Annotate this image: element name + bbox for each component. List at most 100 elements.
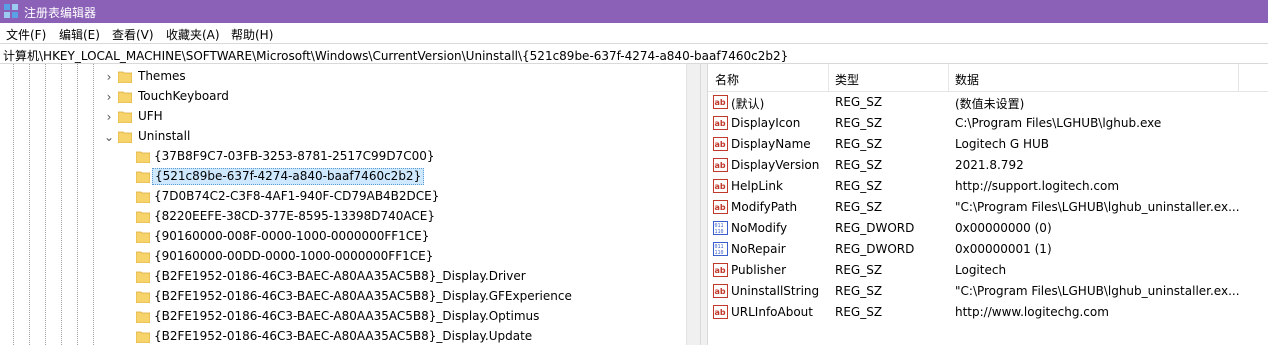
registry-editor-icon (4, 4, 18, 18)
tree-node-label[interactable]: {B2FE1952-0186-46C3-BAEC-A80AA35AC5B8}_D… (152, 269, 528, 284)
folder-icon (136, 311, 150, 323)
string-value-icon: ab (713, 95, 728, 109)
svg-text:ab: ab (715, 119, 726, 128)
menu-view[interactable]: 查看(V) (112, 26, 154, 43)
address-path[interactable]: 计算机\HKEY_LOCAL_MACHINE\SOFTWARE\Microsof… (3, 47, 788, 64)
tree-node[interactable]: {90160000-00DD-0000-1000-0000000FF1CE} (0, 247, 686, 267)
tree-node-label[interactable]: Themes (136, 69, 188, 84)
tree-node[interactable]: {B2FE1952-0186-46C3-BAEC-A80AA35AC5B8}_D… (0, 327, 686, 345)
binary-value-icon: 011110 (713, 242, 728, 256)
value-data: Logitech G HUB (955, 137, 1050, 151)
svg-text:110: 110 (715, 229, 724, 235)
menu-favorites[interactable]: 收藏夹(A) (166, 26, 220, 43)
string-value-icon: ab (713, 158, 728, 172)
folder-icon (136, 191, 150, 203)
tree-node[interactable]: › UFH (0, 107, 686, 127)
menu-file[interactable]: 文件(F) (6, 26, 46, 43)
value-type: REG_DWORD (835, 242, 915, 256)
tree-node-label[interactable]: {37B8F9C7-03FB-3253-8781-2517C99D7C00} (152, 149, 436, 164)
value-row[interactable]: 011 110 NoModify REG_DWORD 0x00000000 (0) (708, 218, 1268, 239)
value-name: NoRepair (731, 242, 786, 256)
string-value-icon: ab (713, 284, 728, 298)
tree-node-label[interactable]: {8220EEFE-38CD-377E-8595-13398D740ACE} (152, 209, 437, 224)
value-row[interactable]: ab HelpLink REG_SZ http://support.logitech.… (708, 176, 1268, 197)
value-type: REG_SZ (835, 179, 883, 193)
column-divider[interactable] (1238, 64, 1239, 92)
pane-splitter[interactable] (700, 64, 708, 345)
value-data: Logitech (955, 263, 1007, 277)
address-bar[interactable]: 计算机\HKEY_LOCAL_MACHINE\SOFTWARE\Microsof… (0, 43, 1268, 64)
chevron-right-icon[interactable]: › (103, 91, 115, 103)
menu-bar: 文件(F) 编辑(E) 查看(V) 收藏夹(A) 帮助(H) (0, 23, 1268, 43)
folder-icon (136, 151, 150, 163)
menu-edit[interactable]: 编辑(E) (59, 26, 100, 43)
value-data: 2021.8.792 (955, 158, 1024, 172)
folder-icon (136, 271, 150, 283)
tree-node[interactable]: › TouchKeyboard (0, 87, 686, 107)
tree-node-label[interactable]: {90160000-00DD-0000-1000-0000000FF1CE} (152, 249, 435, 264)
column-divider[interactable] (828, 64, 829, 92)
value-name: (默认) (731, 97, 765, 111)
svg-text:110: 110 (715, 250, 724, 256)
svg-text:ab: ab (715, 182, 726, 191)
folder-icon (136, 251, 150, 263)
value-name: Publisher (731, 263, 787, 277)
value-row[interactable]: ab DisplayName REG_SZ Logitech G HUB (708, 134, 1268, 155)
column-header-type[interactable]: 类型 (835, 71, 859, 88)
value-row[interactable]: ab (默认) REG_SZ (数值未设置) (708, 92, 1268, 113)
value-row[interactable]: ab DisplayIcon REG_SZ C:\Program Files\LGHU… (708, 113, 1268, 134)
tree-node[interactable]: ⌄ Uninstall (0, 127, 686, 147)
value-row[interactable]: ab DisplayVersion REG_SZ 2021.8.792 (708, 155, 1268, 176)
tree-node[interactable]: {521c89be-637f-4274-a840-baaf7460c2b2} (0, 167, 686, 187)
value-type: REG_SZ (835, 137, 883, 151)
value-data: 0x00000000 (0) (955, 221, 1052, 235)
tree-node[interactable]: {B2FE1952-0186-46C3-BAEC-A80AA35AC5B8}_D… (0, 307, 686, 327)
tree-node-label[interactable]: {B2FE1952-0186-46C3-BAEC-A80AA35AC5B8}_D… (152, 289, 574, 304)
tree-node-label[interactable]: {B2FE1952-0186-46C3-BAEC-A80AA35AC5B8}_D… (152, 329, 534, 344)
tree-node-label[interactable]: {B2FE1952-0186-46C3-BAEC-A80AA35AC5B8}_D… (152, 309, 541, 324)
value-type: REG_DWORD (835, 221, 915, 235)
title-bar[interactable]: 注册表编辑器 (0, 0, 1268, 23)
value-type: REG_SZ (835, 305, 883, 319)
tree-node[interactable]: {8220EEFE-38CD-377E-8595-13398D740ACE} (0, 207, 686, 227)
value-type: REG_SZ (835, 95, 883, 109)
tree-node-label[interactable]: {90160000-008F-0000-1000-0000000FF1CE} (152, 229, 431, 244)
value-row[interactable]: ab Publisher REG_SZ Logitech (708, 260, 1268, 281)
value-name: DisplayIcon (731, 116, 801, 130)
folder-icon (118, 111, 132, 123)
chevron-right-icon[interactable]: › (103, 111, 115, 123)
svg-text:ab: ab (715, 266, 726, 275)
tree-node-label[interactable]: TouchKeyboard (136, 89, 231, 104)
column-header-name[interactable]: 名称 (715, 71, 739, 88)
value-row[interactable]: ab ModifyPath REG_SZ "C:\Program Files\LGHU… (708, 197, 1268, 218)
tree-node[interactable]: {90160000-008F-0000-1000-0000000FF1CE} (0, 227, 686, 247)
tree-node[interactable]: {B2FE1952-0186-46C3-BAEC-A80AA35AC5B8}_D… (0, 287, 686, 307)
folder-icon (136, 291, 150, 303)
value-row[interactable]: 011 110 NoRepair REG_DWORD 0x00000001 (1) (708, 239, 1268, 260)
value-row[interactable]: ab UninstallString REG_SZ "C:\Program Files… (708, 281, 1268, 302)
tree-node[interactable]: {37B8F9C7-03FB-3253-8781-2517C99D7C00} (0, 147, 686, 167)
value-data: 0x00000001 (1) (955, 242, 1052, 256)
folder-icon (136, 211, 150, 223)
tree-node[interactable]: {B2FE1952-0186-46C3-BAEC-A80AA35AC5B8}_D… (0, 267, 686, 287)
values-pane[interactable]: 名称 类型 数据 ab (默认) REG_SZ (数值未设置) ab DisplayIco… (708, 64, 1268, 345)
key-tree-pane[interactable]: › Themes › TouchKeyboard › UFH ⌄ Uninstall {37B8… (0, 64, 700, 345)
column-header-data[interactable]: 数据 (955, 71, 979, 88)
value-row[interactable]: ab URLInfoAbout REG_SZ http://www.logitechg… (708, 302, 1268, 323)
tree-node[interactable]: › Themes (0, 67, 686, 87)
tree-node-label[interactable]: Uninstall (136, 129, 192, 144)
tree-node-label[interactable]: {521c89be-637f-4274-a840-baaf7460c2b2} (152, 168, 425, 185)
value-data: C:\Program Files\LGHUB\lghub.exe (955, 116, 1162, 130)
tree-node-label[interactable]: {7D0B74C2-C3F8-4AF1-940F-CD79AB4B2DCE} (152, 189, 441, 204)
folder-icon (136, 171, 150, 183)
folder-icon (118, 91, 132, 103)
menu-help[interactable]: 帮助(H) (231, 26, 273, 43)
value-type: REG_SZ (835, 158, 883, 172)
tree-node[interactable]: {7D0B74C2-C3F8-4AF1-940F-CD79AB4B2DCE} (0, 187, 686, 207)
column-divider[interactable] (948, 64, 949, 92)
tree-scrollbar[interactable] (686, 64, 700, 345)
tree-node-label[interactable]: UFH (136, 109, 165, 124)
chevron-down-icon[interactable]: ⌄ (103, 131, 115, 143)
folder-icon (136, 231, 150, 243)
chevron-right-icon[interactable]: › (103, 71, 115, 83)
